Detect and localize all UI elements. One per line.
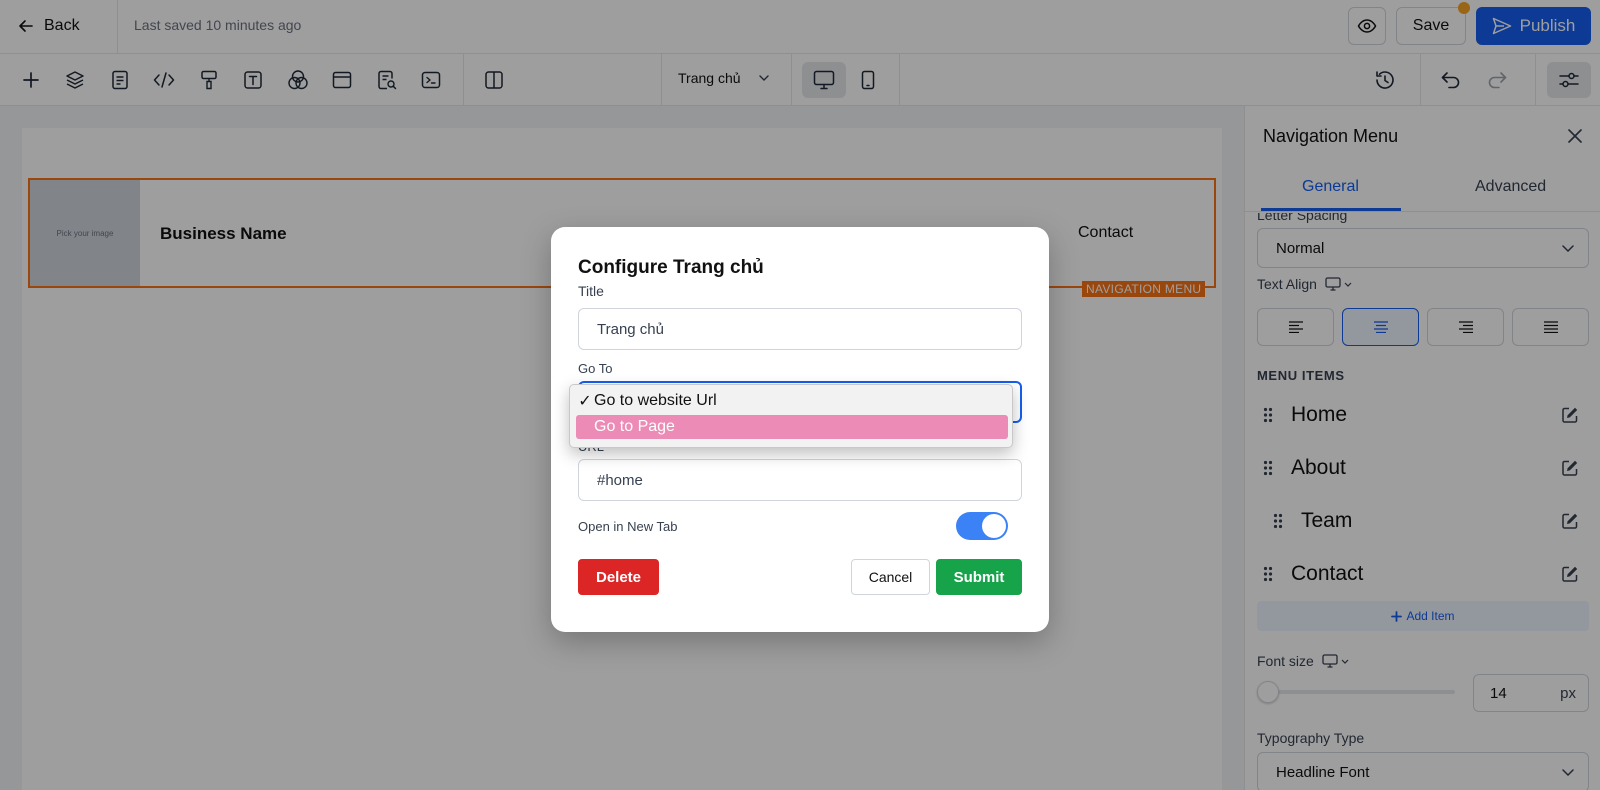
new-tab-toggle[interactable] xyxy=(956,512,1008,540)
toggle-knob xyxy=(982,514,1006,538)
option-label: Go to website Url xyxy=(594,392,717,409)
url-input[interactable]: #home xyxy=(578,459,1022,501)
checkmark-icon: ✓ xyxy=(578,393,592,410)
option-go-to-page[interactable]: Go to Page xyxy=(576,415,1008,439)
cancel-button[interactable]: Cancel xyxy=(851,559,930,595)
dialog-title: Configure Trang chủ xyxy=(578,257,764,278)
goto-label: Go To xyxy=(578,361,613,376)
new-tab-label: Open in New Tab xyxy=(578,519,678,534)
option-website-url[interactable]: ✓ Go to website Url xyxy=(576,389,1008,413)
delete-button[interactable]: Delete xyxy=(578,559,659,595)
title-input[interactable]: Trang chủ xyxy=(578,308,1022,350)
title-label: Title xyxy=(578,283,604,299)
option-label: Go to Page xyxy=(594,418,675,435)
submit-button[interactable]: Submit xyxy=(936,559,1022,595)
goto-options-list: ✓ Go to website Url Go to Page xyxy=(569,384,1013,448)
